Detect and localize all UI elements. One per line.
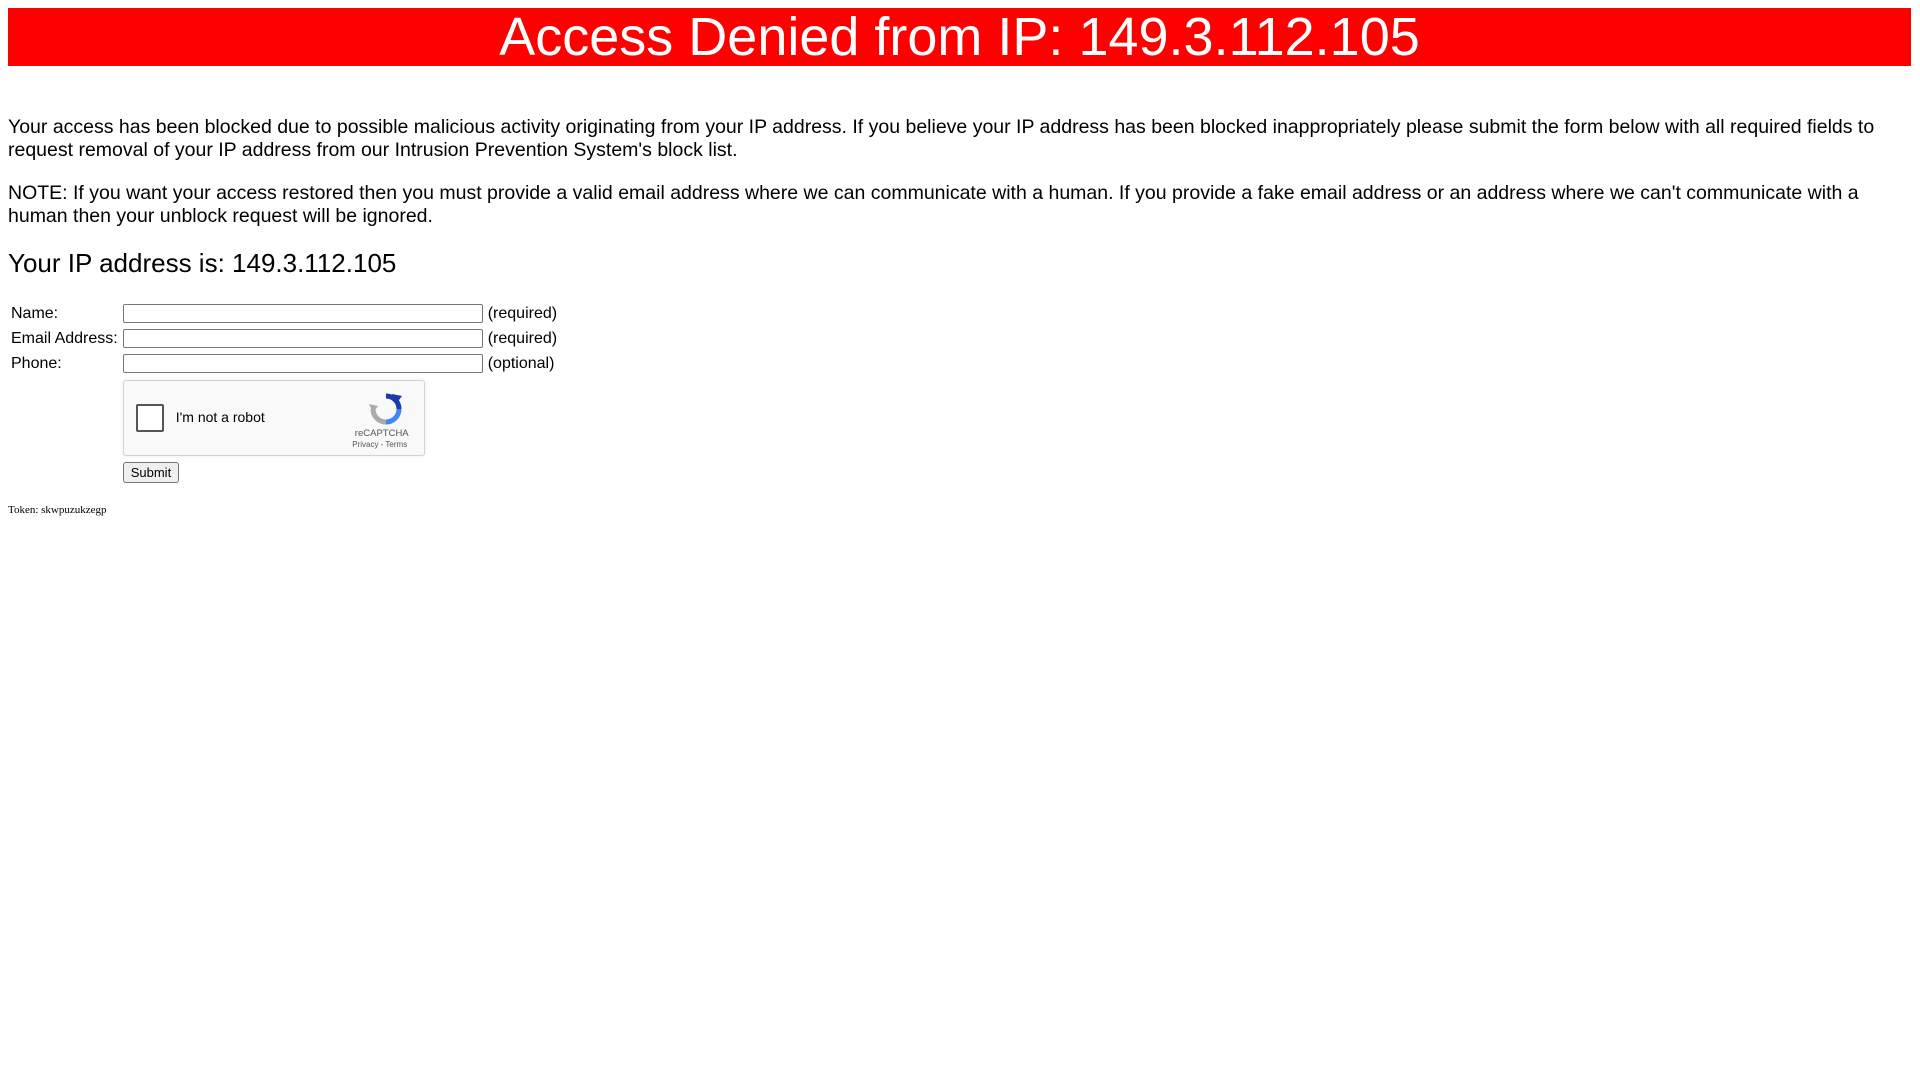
phone-optional-note: (optional) [487,354,555,372]
recaptcha-checkbox-label: I'm not a robot [175,409,265,425]
recaptcha-widget: I'm not a robot reCAPTCHA Privacy - Term… [122,380,425,456]
email-note-text: NOTE: If you want your access restored t… [8,182,1859,227]
phone-label: Phone: [11,354,62,372]
recaptcha-privacy-terms-link[interactable]: Privacy - Terms [348,440,412,449]
access-denied-banner: Access Denied from IP: 149.3.112.105 [8,8,1911,66]
token-text: Token: skwpuzukzegp [8,504,107,516]
blocked-explanation-text: Your access has been blocked due to poss… [8,116,1875,161]
unblock-request-form: Name: (required) Email Address: (require… [8,300,560,486]
ip-address-heading: Your IP address is: 149.3.112.105 [8,248,397,278]
captcha-row: I'm not a robot reCAPTCHA Privacy - Term… [11,377,557,459]
name-row: Name: (required) [11,302,557,325]
name-required-note: (required) [487,304,558,322]
email-input[interactable] [122,329,483,348]
recaptcha-brand: reCAPTCHA [354,428,409,439]
phone-row: Phone: (optional) [11,352,557,375]
recaptcha-logo-icon [368,393,402,425]
name-label: Name: [11,304,59,322]
email-required-note: (required) [487,329,558,347]
name-input[interactable] [122,304,483,323]
email-label: Email Address: [11,329,118,347]
submit-row: Submit [11,461,557,484]
phone-input[interactable] [122,354,483,373]
email-row: Email Address: (required) [11,327,557,350]
recaptcha-checkbox[interactable] [135,404,164,432]
submit-button[interactable]: Submit [122,462,180,483]
